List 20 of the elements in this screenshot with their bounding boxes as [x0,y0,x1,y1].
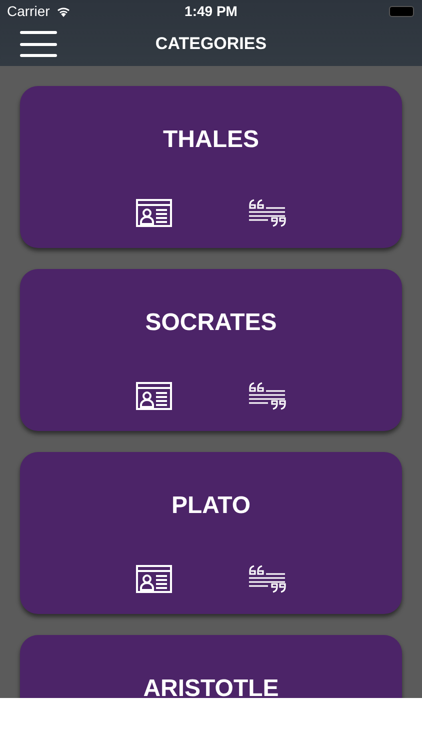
category-card[interactable]: ARISTOTLE [20,635,402,698]
category-card[interactable]: SOCRATES [20,269,402,431]
category-title: THALES [163,125,259,155]
category-title: SOCRATES [145,308,277,338]
menu-icon[interactable] [20,30,57,58]
wifi-icon [56,6,71,16]
category-title: ARISTOTLE [143,674,279,698]
quote-lines-icon[interactable] [248,198,286,228]
nav-title: CATEGORIES [155,33,267,56]
category-title: PLATO [171,491,251,521]
profile-card-icon[interactable] [136,199,172,227]
category-card[interactable]: THALES [20,86,402,248]
battery-icon [389,6,414,16]
category-card[interactable]: PLATO [20,452,402,614]
quote-lines-icon[interactable] [248,381,286,411]
profile-card-icon[interactable] [136,382,172,410]
profile-card-icon[interactable] [136,565,172,593]
quote-lines-icon[interactable] [248,564,286,594]
carrier-label: Carrier [7,2,50,20]
status-time: 1:49 PM [184,2,238,20]
